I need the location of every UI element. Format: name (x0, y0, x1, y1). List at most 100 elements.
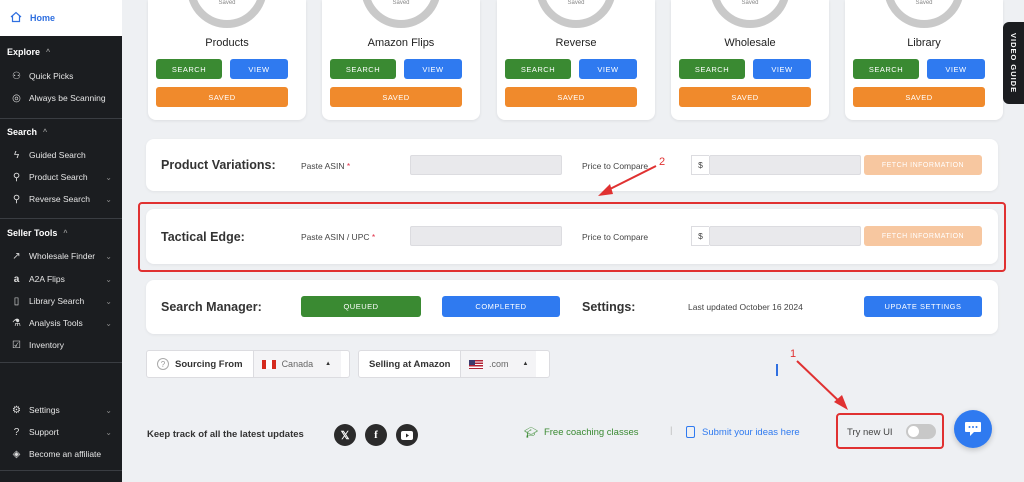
sidebar-item-settings[interactable]: ⚙ Settings ⌄ (0, 400, 122, 420)
sidebar-item-label: Analysis Tools (29, 318, 83, 328)
chat-button[interactable] (954, 410, 992, 448)
sidebar-item-analysis-tools[interactable]: ⚗ Analysis Tools ⌄ (0, 313, 122, 333)
price-input[interactable] (709, 155, 861, 175)
saved-button[interactable]: SAVED (679, 87, 811, 107)
paste-asin-label: Paste ASIN * (301, 161, 350, 171)
sidebar-item-reverse-search[interactable]: ⚲ Reverse Search ⌄ (0, 189, 122, 209)
sidebar-item-inventory[interactable]: ☑ Inventory (0, 335, 122, 355)
saved-button[interactable]: SAVED (505, 87, 637, 107)
panel-title: Search Manager: (161, 300, 262, 314)
sidebar-item-label: A2A Flips (29, 274, 65, 284)
gauge-label: Saved (392, 0, 410, 6)
queued-button[interactable]: QUEUED (301, 296, 421, 317)
quick-picks-icon: ⚇ (12, 70, 21, 82)
sidebar-item-label: Quick Picks (29, 71, 74, 81)
search-button[interactable]: SEARCH (156, 59, 222, 79)
section-label: Seller Tools (7, 228, 58, 238)
sidebar-item-library-search[interactable]: ▯ Library Search ⌄ (0, 291, 122, 311)
card-amazon-flips: Saved Amazon Flips SEARCH VIEW SAVED (322, 0, 480, 120)
submit-ideas-link[interactable]: Submit your ideas here (686, 426, 800, 438)
search-icon: ⚲ (12, 171, 21, 183)
chevron-down-icon: ⌄ (105, 296, 112, 306)
chevron-down-icon: ⌄ (105, 318, 112, 328)
divider (0, 218, 122, 219)
card-title: Wholesale (724, 37, 776, 49)
scan-icon: ◎ (12, 92, 21, 104)
saved-button[interactable]: SAVED (853, 87, 985, 107)
sourcing-label: ? Sourcing From (147, 351, 253, 377)
search-button[interactable]: SEARCH (505, 59, 571, 79)
chevron-down-icon: ⌄ (105, 251, 112, 261)
label-text: Paste ASIN (301, 161, 345, 171)
sidebar: Home Explore ^ ⚇ Quick Picks ◎ Always be … (0, 0, 122, 482)
view-button[interactable]: VIEW (404, 59, 462, 79)
chevron-up-icon: ^ (46, 48, 51, 56)
sidebar-item-home[interactable]: Home (0, 0, 122, 36)
chevron-down-icon: ⌄ (105, 405, 112, 415)
sidebar-item-support[interactable]: ? Support ⌄ (0, 422, 122, 442)
sidebar-section-search[interactable]: Search ^ (7, 127, 47, 137)
annotation-highlight-toggle (836, 413, 944, 449)
sourcing-from-select[interactable]: ? Sourcing From Canada ▲ (146, 350, 350, 378)
trend-icon: ↗ (12, 250, 21, 262)
asin-input[interactable] (410, 155, 562, 175)
sidebar-item-guided-search[interactable]: ϟ Guided Search (0, 145, 122, 165)
card-library: Saved Library SEARCH VIEW SAVED (845, 0, 1003, 120)
saved-button[interactable]: SAVED (156, 87, 288, 107)
x-twitter-icon[interactable]: 𝕏 (334, 424, 356, 446)
section-label: Search (7, 127, 38, 137)
jar-icon (686, 426, 695, 438)
sidebar-item-label: Home (30, 13, 56, 23)
link-text: Submit your ideas here (702, 426, 800, 438)
select-value: Canada (281, 359, 314, 369)
sidebar-section-seller-tools[interactable]: Seller Tools ^ (7, 228, 67, 238)
settings-title: Settings: (582, 300, 636, 314)
sidebar-section-explore[interactable]: Explore ^ (7, 47, 50, 57)
annotation-highlight-tactical (138, 202, 1006, 272)
search-button[interactable]: SEARCH (679, 59, 745, 79)
sidebar-item-affiliate[interactable]: ◈ Become an affiliate (0, 444, 122, 464)
sidebar-item-label: Settings (29, 405, 60, 415)
chevron-up-icon: ^ (63, 229, 68, 237)
video-guide-tab[interactable]: VIDEO GUIDE (1003, 22, 1024, 104)
sidebar-item-a2a-flips[interactable]: a A2A Flips ⌄ (0, 269, 122, 289)
saved-button[interactable]: SAVED (330, 87, 462, 107)
section-label: Explore (7, 47, 41, 57)
view-button[interactable]: VIEW (230, 59, 288, 79)
youtube-icon[interactable] (396, 424, 418, 446)
dropdown-caret-icon: ▲ (522, 361, 529, 367)
us-flag-icon (469, 359, 483, 369)
flask-icon: ⚗ (12, 317, 21, 329)
view-button[interactable]: VIEW (753, 59, 811, 79)
card-wholesale: Saved Wholesale SEARCH VIEW SAVED (671, 0, 829, 120)
search-button[interactable]: SEARCH (330, 59, 396, 79)
view-button[interactable]: VIEW (927, 59, 985, 79)
sidebar-item-product-search[interactable]: ⚲ Product Search ⌄ (0, 167, 122, 187)
view-button[interactable]: VIEW (579, 59, 637, 79)
card-title: Amazon Flips (367, 37, 435, 49)
select-value: .com (489, 359, 509, 369)
card-title: Reverse (555, 37, 597, 49)
card-title: Library (907, 37, 941, 49)
update-settings-button[interactable]: UPDATE SETTINGS (864, 296, 982, 317)
sidebar-item-wholesale-finder[interactable]: ↗ Wholesale Finder ⌄ (0, 246, 122, 266)
free-coaching-link[interactable]: 🎓︎ Free coaching classes (524, 426, 639, 439)
reverse-search-icon: ⚲ (12, 193, 21, 205)
sidebar-item-label: Support (29, 427, 59, 437)
sidebar-item-always-scanning[interactable]: ◎ Always be Scanning (0, 88, 122, 108)
chevron-down-icon: ⌄ (105, 427, 112, 437)
selling-marketplace-select[interactable]: .com ▲ (460, 351, 537, 377)
selling-at-select[interactable]: Selling at Amazon .com ▲ (358, 350, 550, 378)
book-icon: ▯ (13, 295, 20, 307)
search-button[interactable]: SEARCH (853, 59, 919, 79)
sourcing-country-select[interactable]: Canada ▲ (252, 351, 341, 377)
facebook-icon[interactable]: f (365, 424, 387, 446)
sidebar-item-quick-picks[interactable]: ⚇ Quick Picks (0, 66, 122, 86)
annotation-number-2: 2 (659, 156, 666, 168)
search-manager-panel: Search Manager: QUEUED COMPLETED Setting… (146, 280, 998, 334)
completed-button[interactable]: COMPLETED (442, 296, 560, 317)
fetch-information-button[interactable]: FETCH INFORMATION (864, 155, 982, 175)
sidebar-item-label: Product Search (29, 172, 88, 182)
price-compare-label: Price to Compare (582, 161, 649, 171)
sidebar-item-label: Guided Search (29, 150, 86, 160)
